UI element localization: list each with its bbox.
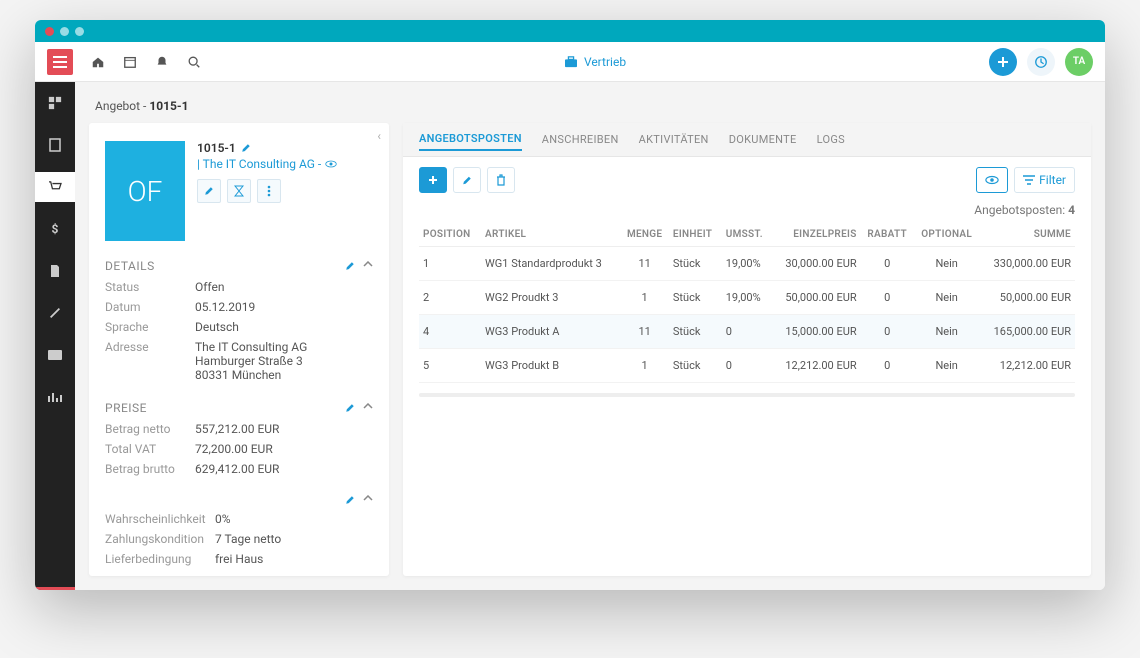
wahr-value: 0% bbox=[215, 512, 373, 526]
section-preise: PREISE bbox=[105, 401, 147, 415]
datum-value: 05.12.2019 bbox=[195, 300, 373, 314]
netto-value: 557,212.00 EUR bbox=[195, 422, 373, 436]
netto-label: Betrag netto bbox=[105, 422, 195, 436]
search-icon[interactable] bbox=[187, 55, 201, 69]
record-subtitle[interactable]: | The IT Consulting AG - bbox=[197, 157, 321, 171]
tab-bar: ANGEBOTSPOSTEN ANSCHREIBEN AKTIVITÄTEN DOKU… bbox=[403, 123, 1091, 157]
history-button[interactable] bbox=[1027, 48, 1055, 76]
nav-doc[interactable] bbox=[35, 130, 75, 160]
col-artikel[interactable]: ARTIKEL bbox=[481, 223, 620, 247]
zahl-label: Zahlungskondition bbox=[105, 532, 215, 546]
nav-file[interactable] bbox=[35, 256, 75, 286]
bell-icon[interactable] bbox=[155, 55, 169, 69]
detail-panel: ‹ OF 1015-1 | The IT Consulting AG - bbox=[89, 123, 389, 576]
brutto-label: Betrag brutto bbox=[105, 462, 195, 476]
view-toggle-button[interactable] bbox=[976, 167, 1008, 193]
filter-button[interactable]: Filter bbox=[1014, 167, 1075, 193]
wahr-label: Wahrscheinlichkeit bbox=[105, 512, 215, 526]
briefcase-icon bbox=[564, 56, 578, 68]
nav-cart[interactable] bbox=[35, 172, 75, 202]
lief-value: frei Haus bbox=[215, 552, 373, 566]
module-selector[interactable]: Vertrieb bbox=[564, 55, 626, 69]
table-row[interactable]: 1WG1 Standardprodukt 311Stück19,00%30,00… bbox=[419, 247, 1075, 281]
more-button[interactable] bbox=[257, 179, 281, 203]
chevron-up-icon[interactable] bbox=[363, 495, 373, 501]
delete-item-button[interactable] bbox=[487, 167, 515, 193]
nav-dashboard[interactable] bbox=[35, 88, 75, 118]
mac-titlebar bbox=[35, 20, 1105, 42]
zoom-dot[interactable] bbox=[75, 27, 84, 36]
eye-icon[interactable] bbox=[325, 160, 337, 168]
tab-logs[interactable]: LOGS bbox=[817, 129, 845, 150]
tab-anschreiben[interactable]: ANSCHREIBEN bbox=[542, 129, 619, 150]
vat-label: Total VAT bbox=[105, 442, 195, 456]
tab-aktivitäten[interactable]: AKTIVITÄTEN bbox=[639, 129, 709, 150]
scrollbar[interactable] bbox=[419, 393, 1075, 397]
items-panel: ANGEBOTSPOSTEN ANSCHREIBEN AKTIVITÄTEN DOKU… bbox=[403, 123, 1091, 576]
edit-icon[interactable] bbox=[241, 143, 251, 153]
sidenav: $ bbox=[35, 82, 75, 590]
tab-dokumente[interactable]: DOKUMENTE bbox=[729, 129, 797, 150]
edit-button[interactable] bbox=[197, 179, 221, 203]
record-thumb: OF bbox=[105, 141, 185, 241]
status-value: Offen bbox=[195, 280, 373, 294]
app-window: Vertrieb TA $ Angebot - 1015-1 bbox=[35, 20, 1105, 590]
col-rabatt[interactable]: RABATT bbox=[861, 223, 914, 247]
edit-item-button[interactable] bbox=[453, 167, 481, 193]
items-table: POSITIONARTIKELMENGEEINHEITUMSST.EINZELP… bbox=[419, 223, 1075, 383]
add-button[interactable] bbox=[989, 48, 1017, 76]
row-count: Angebotsposten: 4 bbox=[403, 203, 1091, 223]
col-umsst.[interactable]: UMSST. bbox=[722, 223, 772, 247]
chevron-up-icon[interactable] bbox=[363, 261, 373, 267]
brutto-value: 629,412.00 EUR bbox=[195, 462, 373, 476]
table-row[interactable]: 4WG3 Produkt A11Stück015,000.00 EUR0Nein… bbox=[419, 315, 1075, 349]
timer-button[interactable] bbox=[227, 179, 251, 203]
zahl-value: 7 Tage netto bbox=[215, 532, 373, 546]
col-position[interactable]: POSITION bbox=[419, 223, 481, 247]
table-row[interactable]: 2WG2 Proudkt 31Stück19,00%50,000.00 EUR0… bbox=[419, 281, 1075, 315]
col-einheit[interactable]: EINHEIT bbox=[669, 223, 722, 247]
sprache-label: Sprache bbox=[105, 320, 195, 334]
nav-chart[interactable] bbox=[35, 382, 75, 412]
avatar[interactable]: TA bbox=[1065, 48, 1093, 76]
tab-angebotsposten[interactable]: ANGEBOTSPOSTEN bbox=[419, 128, 522, 151]
table-row[interactable]: 5WG3 Produkt B1Stück012,212.00 EUR0Nein1… bbox=[419, 349, 1075, 383]
nav-dollar[interactable]: $ bbox=[35, 214, 75, 244]
home-icon[interactable] bbox=[91, 55, 105, 69]
add-item-button[interactable] bbox=[419, 167, 447, 193]
collapse-left-icon[interactable]: ‹ bbox=[377, 129, 381, 143]
filter-icon bbox=[1023, 175, 1035, 185]
edit-section-icon[interactable] bbox=[345, 261, 355, 271]
hamburger-button[interactable] bbox=[47, 49, 73, 75]
calendar-icon[interactable] bbox=[123, 55, 137, 69]
col-einzelpreis[interactable]: EINZELPREIS bbox=[772, 223, 860, 247]
nav-tool[interactable] bbox=[35, 298, 75, 328]
minimize-dot[interactable] bbox=[60, 27, 69, 36]
filter-label: Filter bbox=[1039, 173, 1066, 187]
adresse-value: The IT Consulting AGHamburger Straße 380… bbox=[195, 340, 373, 382]
record-title: 1015-1 bbox=[197, 141, 236, 155]
sprache-value: Deutsch bbox=[195, 320, 373, 334]
edit-section-icon[interactable] bbox=[345, 495, 355, 505]
page-title: Angebot - 1015-1 bbox=[75, 82, 1105, 123]
module-label: Vertrieb bbox=[584, 55, 626, 69]
close-dot[interactable] bbox=[45, 27, 54, 36]
col-optional[interactable]: OPTIONAL bbox=[914, 223, 980, 247]
col-menge[interactable]: MENGE bbox=[620, 223, 668, 247]
status-label: Status bbox=[105, 280, 195, 294]
section-details: DETAILS bbox=[105, 259, 155, 273]
vat-value: 72,200.00 EUR bbox=[195, 442, 373, 456]
lief-label: Lieferbedingung bbox=[105, 552, 215, 566]
edit-section-icon[interactable] bbox=[345, 403, 355, 413]
topbar: Vertrieb TA bbox=[35, 42, 1105, 82]
adresse-label: Adresse bbox=[105, 340, 195, 382]
nav-card[interactable] bbox=[35, 340, 75, 370]
chevron-up-icon[interactable] bbox=[363, 403, 373, 409]
col-summe[interactable]: SUMME bbox=[980, 223, 1075, 247]
datum-label: Datum bbox=[105, 300, 195, 314]
